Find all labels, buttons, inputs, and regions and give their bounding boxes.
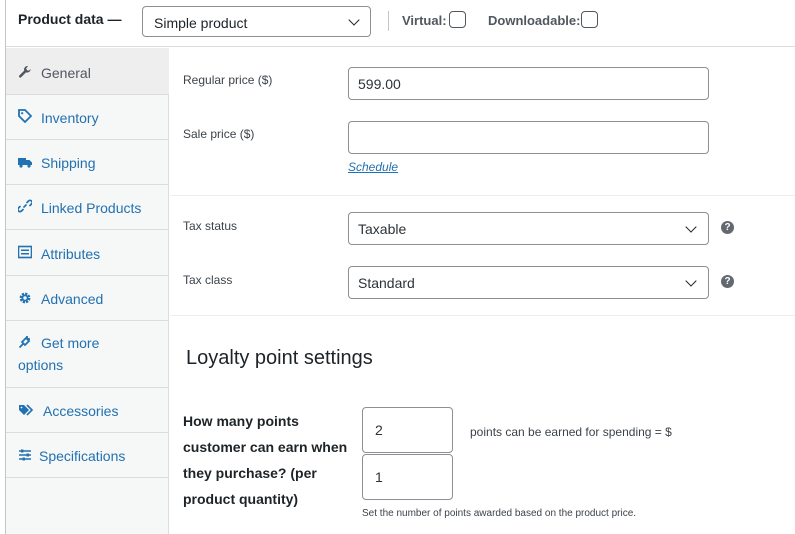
tax-class-select[interactable]: Standard <box>348 266 709 299</box>
tab-shipping-label: Shipping <box>41 155 96 171</box>
section-divider <box>170 195 795 196</box>
tags-icon <box>18 403 34 417</box>
tax-status-label: Tax status <box>183 219 238 233</box>
loyalty-section-title: Loyalty point settings <box>186 347 373 369</box>
truck-icon <box>18 155 32 169</box>
tab-shipping[interactable]: Shipping <box>6 140 169 185</box>
chevron-down-icon <box>348 14 360 26</box>
tab-advanced[interactable]: Advanced <box>6 276 169 321</box>
downloadable-checkbox[interactable] <box>581 11 598 28</box>
regular-price-label: Regular price ($) <box>183 73 273 87</box>
tax-class-value: Standard <box>358 275 415 291</box>
tax-status-select[interactable]: Taxable <box>348 212 709 245</box>
tax-status-value: Taxable <box>358 221 407 237</box>
loyalty-description: Set the number of points awarded based o… <box>362 508 637 519</box>
virtual-label: Virtual: <box>402 13 447 28</box>
downloadable-label: Downloadable: <box>488 13 581 28</box>
chevron-down-icon <box>685 221 697 233</box>
tab-get-more-options[interactable]: Get more options <box>6 321 169 388</box>
help-icon[interactable]: ? <box>721 275 734 288</box>
points-inline-note: points can be earned for spending = $ <box>470 425 672 439</box>
tab-get-more-options-label: Get more options <box>18 335 100 373</box>
regular-price-value: 599.00 <box>358 76 401 92</box>
tab-accessories[interactable]: Accessories <box>6 388 169 433</box>
help-icon[interactable]: ? <box>721 221 734 234</box>
product-data-title: Product data — <box>18 11 122 27</box>
sale-price-label: Sale price ($) <box>183 127 255 141</box>
tab-linked-products-label: Linked Products <box>41 200 142 216</box>
tab-specifications-label: Specifications <box>39 448 126 464</box>
tag-icon <box>18 109 33 124</box>
tab-general-label: General <box>41 65 91 81</box>
tab-accessories-label: Accessories <box>43 403 119 419</box>
product-type-value: Simple product <box>154 15 248 31</box>
wrench-icon <box>18 65 32 79</box>
spending-amount-input[interactable]: 1 <box>362 454 453 500</box>
tab-general[interactable]: General <box>6 48 169 95</box>
sliders-icon <box>18 448 32 462</box>
product-data-box: Product data — Simple product Virtual: D… <box>5 0 795 534</box>
link-icon <box>17 199 33 213</box>
header-divider <box>388 11 389 31</box>
tab-attributes[interactable]: Attributes <box>6 230 169 276</box>
tab-linked-products[interactable]: Linked Products <box>6 185 169 230</box>
schedule-link[interactable]: Schedule <box>348 160 398 174</box>
product-data-header: Product data — Simple product Virtual: D… <box>6 0 795 47</box>
virtual-checkbox[interactable] <box>449 11 466 28</box>
list-icon <box>17 245 33 259</box>
chevron-down-icon <box>685 275 697 287</box>
points-earned-input[interactable]: 2 <box>362 407 453 453</box>
general-panel: Regular price ($) 599.00 Sale price ($) … <box>170 48 795 534</box>
section-divider <box>170 315 795 316</box>
product-type-select[interactable]: Simple product <box>142 6 371 37</box>
tab-inventory[interactable]: Inventory <box>6 95 169 140</box>
loyalty-points-question: How many points customer can earn when t… <box>183 413 348 507</box>
points-earned-value: 2 <box>375 422 383 438</box>
gear-icon <box>18 291 32 305</box>
tax-class-label: Tax class <box>183 273 233 287</box>
tab-attributes-label: Attributes <box>41 246 101 262</box>
regular-price-input[interactable]: 599.00 <box>348 67 709 100</box>
spending-amount-value: 1 <box>375 469 383 485</box>
sale-price-input[interactable] <box>348 121 709 154</box>
tab-advanced-label: Advanced <box>41 291 104 307</box>
tab-inventory-label: Inventory <box>41 110 99 126</box>
tab-specifications[interactable]: Specifications <box>6 433 169 478</box>
product-data-tabs: General Inventory Shipping Linked Produc… <box>6 48 169 534</box>
